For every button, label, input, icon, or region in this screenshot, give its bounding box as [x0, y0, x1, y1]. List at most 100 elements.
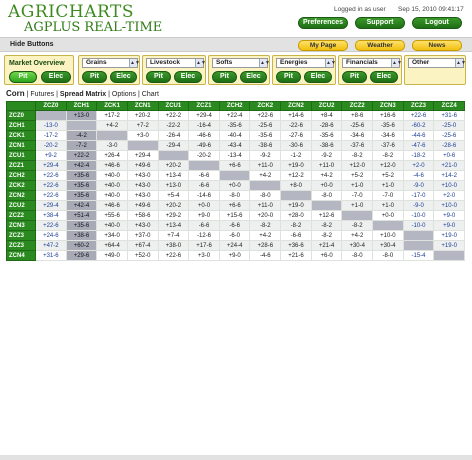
spread-cell[interactable]: +19-0: [433, 240, 465, 251]
spread-cell[interactable]: +1-0: [372, 180, 404, 191]
softs-pit-button[interactable]: Pit: [212, 71, 237, 83]
spread-cell[interactable]: +2-0: [433, 190, 465, 201]
spread-cell[interactable]: +38-0: [157, 240, 190, 251]
spread-cell[interactable]: +7-4: [157, 230, 190, 241]
spread-cell[interactable]: -35-6: [249, 130, 282, 141]
spread-cell[interactable]: -44-6: [402, 130, 435, 141]
spread-cell[interactable]: +20-2: [157, 200, 190, 211]
logout-button[interactable]: Logout: [412, 17, 462, 29]
spread-cell[interactable]: -6-6: [218, 220, 251, 231]
spread-cell[interactable]: -29-4: [157, 140, 190, 151]
spread-cell[interactable]: -13-0: [35, 120, 67, 131]
spread-cell[interactable]: -1-2: [280, 150, 312, 161]
row-header[interactable]: ZCK2: [6, 180, 36, 191]
spread-cell[interactable]: -28-6: [433, 140, 465, 151]
spread-cell[interactable]: -10-0: [402, 210, 435, 221]
spread-cell[interactable]: -6-6: [280, 230, 312, 241]
spread-cell[interactable]: +13-0: [157, 180, 190, 191]
weather-button[interactable]: Weather: [355, 40, 405, 51]
spread-cell[interactable]: -7-0: [341, 190, 374, 201]
column-header[interactable]: ZCU1: [157, 101, 190, 111]
spread-cell[interactable]: -6-6: [188, 180, 220, 191]
spread-cell[interactable]: +29-4: [35, 160, 67, 171]
spread-cell[interactable]: +22-6: [402, 110, 435, 121]
spread-cell[interactable]: -8-2: [341, 220, 374, 231]
spread-cell[interactable]: +13-4: [157, 220, 190, 231]
spread-cell[interactable]: -6-6: [188, 220, 220, 231]
column-header[interactable]: ZCN1: [126, 101, 159, 111]
spread-cell[interactable]: -9-0: [402, 180, 435, 191]
spread-cell[interactable]: +1-0: [341, 180, 374, 191]
spread-cell[interactable]: +52-0: [126, 250, 159, 261]
spread-cell[interactable]: +22-6: [35, 170, 67, 181]
spread-cell[interactable]: +35-6: [65, 190, 98, 201]
spread-cell[interactable]: -12-6: [188, 230, 220, 241]
row-header[interactable]: ZCN4: [6, 250, 36, 261]
spread-cell[interactable]: +51-4: [65, 210, 98, 221]
spread-cell[interactable]: -27-6: [280, 130, 312, 141]
spread-cell[interactable]: +42-4: [65, 160, 98, 171]
column-header[interactable]: ZCZ4: [433, 101, 465, 111]
spread-cell[interactable]: +21-4: [310, 240, 343, 251]
my-page-button[interactable]: My Page: [298, 40, 348, 51]
spread-cell[interactable]: -37-6: [372, 140, 404, 151]
spread-cell[interactable]: +19-0: [280, 160, 312, 171]
row-header[interactable]: ZCK1: [6, 130, 36, 141]
spread-cell[interactable]: +40-0: [96, 220, 128, 231]
spread-cell[interactable]: -28-6: [310, 120, 343, 131]
spread-cell[interactable]: +9-0: [433, 220, 465, 231]
row-header[interactable]: ZCZ2: [6, 210, 36, 221]
spread-cell[interactable]: +38-6: [65, 230, 98, 241]
spread-cell[interactable]: +6-0: [310, 250, 343, 261]
spread-cell[interactable]: +8-6: [341, 110, 374, 121]
spread-cell[interactable]: +19-0: [433, 230, 465, 241]
row-header[interactable]: ZCH2: [6, 170, 36, 181]
futures-link[interactable]: Futures: [30, 91, 54, 98]
financials-elec-button[interactable]: Elec: [370, 71, 398, 83]
spread-cell[interactable]: +22-6: [249, 110, 282, 121]
column-header[interactable]: ZCN2: [280, 101, 312, 111]
spread-cell[interactable]: +0-0: [372, 210, 404, 221]
spread-cell[interactable]: -38-6: [310, 140, 343, 151]
column-header[interactable]: ZCK2: [249, 101, 282, 111]
spread-cell[interactable]: +10-0: [433, 200, 465, 211]
financials-dropdown[interactable]: Financials ▲▼: [342, 58, 402, 68]
spread-cell[interactable]: +5-2: [372, 170, 404, 181]
spread-cell[interactable]: +29-4: [126, 150, 159, 161]
row-header[interactable]: ZCU1: [6, 150, 36, 161]
spread-cell[interactable]: +17-2: [96, 110, 128, 121]
spread-cell[interactable]: -7-2: [65, 140, 98, 151]
spread-cell[interactable]: +5-2: [341, 170, 374, 181]
spread-cell[interactable]: +11-0: [310, 160, 343, 171]
spread-cell[interactable]: -47-6: [402, 140, 435, 151]
spread-cell[interactable]: -8-2: [372, 150, 404, 161]
spread-cell[interactable]: -20-2: [188, 150, 220, 161]
spread-cell[interactable]: +35-6: [65, 170, 98, 181]
spread-cell[interactable]: +12-0: [372, 160, 404, 171]
spread-cell[interactable]: -14-6: [188, 190, 220, 201]
spread-cell[interactable]: +22-2: [65, 150, 98, 161]
spread-cell[interactable]: -6-0: [218, 230, 251, 241]
spread-cell[interactable]: +9-0: [188, 210, 220, 221]
spread-cell[interactable]: +49-6: [126, 200, 159, 211]
grains-dropdown[interactable]: Grains ▲▼: [82, 58, 140, 68]
softs-dropdown[interactable]: Softs ▲▼: [212, 58, 270, 68]
spread-cell[interactable]: +3-0: [188, 250, 220, 261]
spread-cell[interactable]: +14-2: [433, 170, 465, 181]
spread-cell[interactable]: +29-2: [157, 210, 190, 221]
spread-cell[interactable]: -20-2: [35, 140, 67, 151]
spread-cell[interactable]: +30-4: [341, 240, 374, 251]
spread-cell[interactable]: -9-2: [249, 150, 282, 161]
spread-cell[interactable]: +12-2: [280, 170, 312, 181]
spread-cell[interactable]: -34-6: [372, 130, 404, 141]
column-header[interactable]: ZCZ2: [341, 101, 374, 111]
spread-cell[interactable]: -8-2: [280, 220, 312, 231]
spread-cell[interactable]: +29-4: [35, 200, 67, 211]
spread-cell[interactable]: -22-6: [280, 120, 312, 131]
spread-cell[interactable]: -18-2: [402, 150, 435, 161]
spread-cell[interactable]: +47-2: [35, 240, 67, 251]
column-header[interactable]: ZCK1: [96, 101, 128, 111]
spread-cell[interactable]: +24-6: [35, 230, 67, 241]
spread-cell[interactable]: -35-6: [310, 130, 343, 141]
grains-pit-button[interactable]: Pit: [82, 71, 107, 83]
